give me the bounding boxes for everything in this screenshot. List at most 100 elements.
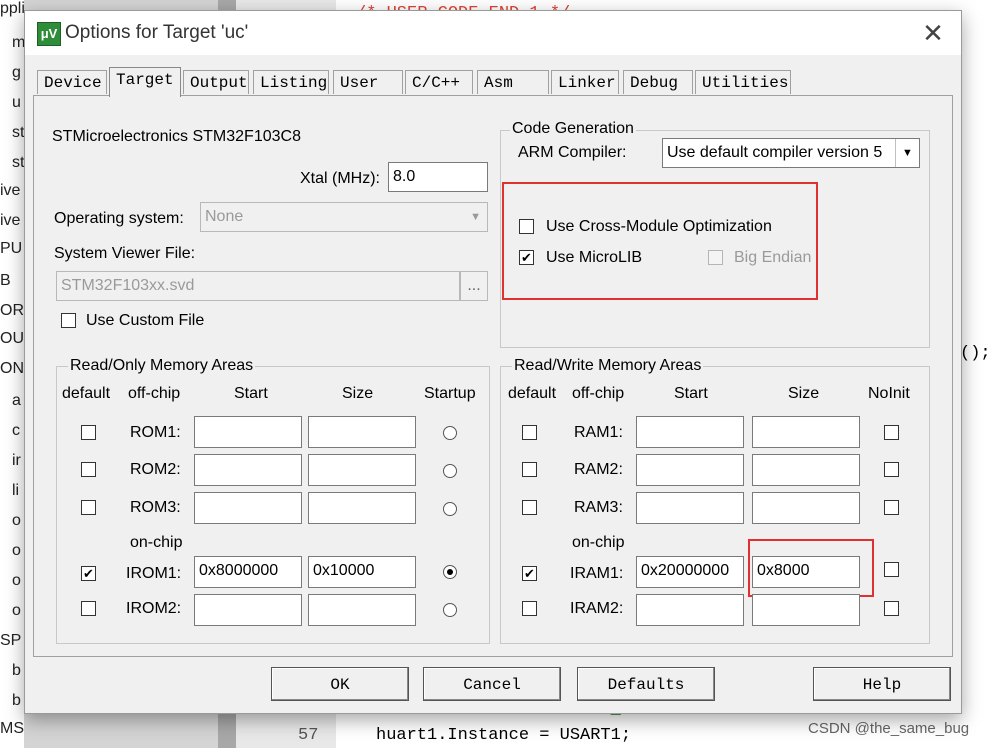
ro-header-startup: Startup xyxy=(424,385,476,402)
arm-compiler-select[interactable]: Use default compiler version 5 ▼ xyxy=(662,138,920,168)
use-custom-file-checkbox[interactable] xyxy=(61,313,76,328)
rom1-start-input[interactable] xyxy=(194,416,302,448)
tab-output[interactable]: Output xyxy=(183,70,249,94)
project-tree-item[interactable]: m xyxy=(12,34,24,52)
irom2-label: IROM2: xyxy=(126,600,182,617)
project-tree-item[interactable]: OUR xyxy=(0,330,24,348)
close-icon[interactable]: ✕ xyxy=(917,17,949,49)
rom2-size-input[interactable] xyxy=(308,454,416,486)
tab-utilities[interactable]: Utilities xyxy=(695,70,791,94)
project-tree-item[interactable]: o xyxy=(12,572,21,590)
ram1-default-checkbox[interactable] xyxy=(522,425,537,440)
browse-button[interactable]: ... xyxy=(460,271,488,301)
ram2-size-input[interactable] xyxy=(752,454,860,486)
project-tree-item[interactable]: ir xyxy=(12,452,21,470)
irom1-label: IROM1: xyxy=(126,565,182,582)
ram2-noinit-checkbox[interactable] xyxy=(884,462,899,477)
tab-asm[interactable]: Asm xyxy=(477,70,549,94)
ram1-size-input[interactable] xyxy=(752,416,860,448)
irom2-startup-radio[interactable] xyxy=(443,603,457,617)
project-tree-item[interactable]: c xyxy=(12,422,20,440)
project-tree-item[interactable]: o xyxy=(12,602,21,620)
irom1-start-input[interactable]: 0x8000000 xyxy=(194,556,302,588)
rom1-startup-radio[interactable] xyxy=(443,426,457,440)
project-tree-item[interactable]: ive xyxy=(0,182,20,200)
tab-listing[interactable]: Listing xyxy=(253,70,329,94)
arm-compiler-value: Use default compiler version 5 xyxy=(667,144,883,161)
svd-label: System Viewer File: xyxy=(54,245,196,262)
project-tree-item[interactable]: b xyxy=(12,692,21,710)
rom2-startup-radio[interactable] xyxy=(443,464,457,478)
rom2-start-input[interactable] xyxy=(194,454,302,486)
irom1-startup-radio[interactable] xyxy=(443,565,457,579)
rom1-default-checkbox[interactable] xyxy=(81,425,96,440)
project-tree-item[interactable]: u xyxy=(12,94,21,112)
iram2-label: IRAM2: xyxy=(570,600,624,617)
ram3-start-input[interactable] xyxy=(636,492,744,524)
project-tree-item[interactable]: b xyxy=(12,662,21,680)
tab-c-cpp[interactable]: C/C++ xyxy=(405,70,473,94)
irom1-default-checkbox[interactable]: ✔ xyxy=(81,566,96,581)
ram2-default-checkbox[interactable] xyxy=(522,462,537,477)
rom3-size-input[interactable] xyxy=(308,492,416,524)
iram2-noinit-checkbox[interactable] xyxy=(884,601,899,616)
irom2-size-input[interactable] xyxy=(308,594,416,626)
project-tree-item[interactable]: PU xyxy=(0,240,22,258)
ro-onchip-label: on-chip xyxy=(130,534,183,551)
iram1-default-checkbox[interactable]: ✔ xyxy=(522,566,537,581)
project-tree-item[interactable]: st xyxy=(12,124,24,142)
iram1-noinit-checkbox[interactable] xyxy=(884,562,899,577)
project-tree-item[interactable]: st xyxy=(12,154,24,172)
iram2-default-checkbox[interactable] xyxy=(522,601,537,616)
ok-button[interactable]: OK xyxy=(271,667,409,701)
project-tree-item[interactable]: o xyxy=(12,512,21,530)
project-tree-item[interactable]: a xyxy=(12,392,21,410)
project-tree-item[interactable]: pplication/User/Core xyxy=(0,0,24,18)
tab-linker[interactable]: Linker xyxy=(551,70,619,94)
iram2-size-input[interactable] xyxy=(752,594,860,626)
rom1-label: ROM1: xyxy=(130,424,181,441)
chevron-down-icon: ▼ xyxy=(470,211,481,223)
rom3-default-checkbox[interactable] xyxy=(81,500,96,515)
svd-input[interactable]: STM32F103xx.svd xyxy=(56,271,460,301)
project-tree-item[interactable]: o xyxy=(12,542,21,560)
xtal-label: Xtal (MHz): xyxy=(300,170,380,187)
tab-target[interactable]: Target xyxy=(109,67,181,97)
os-select[interactable]: None ▼ xyxy=(200,202,488,232)
rom2-default-checkbox[interactable] xyxy=(81,462,96,477)
rom1-size-input[interactable] xyxy=(308,416,416,448)
ram3-size-input[interactable] xyxy=(752,492,860,524)
project-tree-item[interactable]: li xyxy=(12,482,19,500)
ram3-default-checkbox[interactable] xyxy=(522,500,537,515)
project-tree-item[interactable]: ONI xyxy=(0,360,24,378)
cancel-button[interactable]: Cancel xyxy=(423,667,561,701)
ram2-start-input[interactable] xyxy=(636,454,744,486)
iram1-start-input[interactable]: 0x20000000 xyxy=(636,556,744,588)
device-name: STMicroelectronics STM32F103C8 xyxy=(52,128,301,145)
watermark: CSDN @the_same_bug xyxy=(808,720,970,737)
rw-onchip-label: on-chip xyxy=(572,534,625,551)
project-tree-item[interactable]: g xyxy=(12,64,21,82)
rom3-startup-radio[interactable] xyxy=(443,502,457,516)
irom1-size-input[interactable]: 0x10000 xyxy=(308,556,416,588)
tab-device[interactable]: Device xyxy=(37,70,107,94)
rom3-start-input[interactable] xyxy=(194,492,302,524)
tab-user[interactable]: User xyxy=(333,70,403,94)
ram3-noinit-checkbox[interactable] xyxy=(884,500,899,515)
irom2-start-input[interactable] xyxy=(194,594,302,626)
ram1-noinit-checkbox[interactable] xyxy=(884,425,899,440)
options-dialog: μV Options for Target 'uc' ✕ Device Targ… xyxy=(24,10,962,714)
defaults-button[interactable]: Defaults xyxy=(577,667,715,701)
ram1-start-input[interactable] xyxy=(636,416,744,448)
project-tree-item[interactable]: ORT xyxy=(0,302,24,320)
iram2-start-input[interactable] xyxy=(636,594,744,626)
help-button[interactable]: Help xyxy=(813,667,951,701)
code-fragment: (); xyxy=(960,344,991,363)
project-tree-item[interactable]: SP xyxy=(0,632,21,650)
xtal-input[interactable]: 8.0 xyxy=(388,162,488,192)
project-tree-item[interactable]: ive xyxy=(0,212,20,230)
irom2-default-checkbox[interactable] xyxy=(81,601,96,616)
project-tree-item[interactable]: MSIS xyxy=(0,720,24,738)
project-tree-item[interactable]: B xyxy=(0,272,11,290)
tab-debug[interactable]: Debug xyxy=(623,70,693,94)
